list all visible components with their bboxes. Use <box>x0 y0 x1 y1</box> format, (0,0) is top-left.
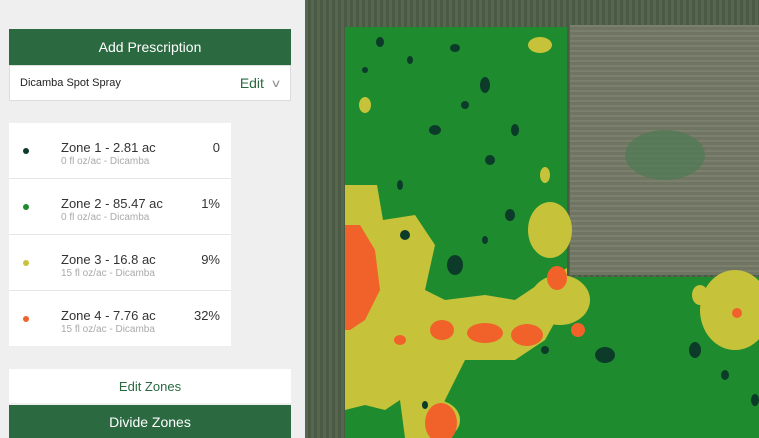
divide-zones-label: Divide Zones <box>109 413 191 430</box>
zone-percent: 32% <box>193 308 220 323</box>
prescription-name: Dicamba Spot Spray <box>20 77 121 89</box>
zone-color-dot <box>23 204 29 210</box>
zone-item-2[interactable]: Zone 2 - 85.47 ac 0 fl oz/ac - Dicamba 1… <box>9 179 231 235</box>
zone-rate: 0 fl oz/ac - Dicamba <box>61 156 150 167</box>
sidebar: Add Prescription Dicamba Spot Spray Edit… <box>0 0 305 438</box>
zone-color-dot <box>23 148 29 154</box>
zone-percent: 1% <box>201 196 220 211</box>
zone-title: Zone 1 - 2.81 ac <box>61 140 156 155</box>
zone-title: Zone 4 - 7.76 ac <box>61 308 156 323</box>
zone-list: Zone 1 - 2.81 ac 0 fl oz/ac - Dicamba 0 … <box>9 123 231 346</box>
zone-percent: 0 <box>212 140 220 155</box>
chevron-down-icon[interactable]: ∨ <box>270 77 281 90</box>
divide-zones-button[interactable]: Divide Zones <box>9 405 291 438</box>
zone-rate: 0 fl oz/ac - Dicamba <box>61 212 150 223</box>
zone-percent: 9% <box>201 252 220 267</box>
zone-title: Zone 2 - 85.47 ac <box>61 196 163 211</box>
zone-rate: 15 fl oz/ac - Dicamba <box>61 324 155 335</box>
prescription-selector[interactable]: Dicamba Spot Spray Edit ∨ <box>9 65 291 101</box>
zone-item-4[interactable]: Zone 4 - 7.76 ac 15 fl oz/ac - Dicamba 3… <box>9 291 231 346</box>
zone-item-1[interactable]: Zone 1 - 2.81 ac 0 fl oz/ac - Dicamba 0 <box>9 123 231 179</box>
edit-zones-button[interactable]: Edit Zones <box>9 369 291 403</box>
zone-color-dot <box>23 316 29 322</box>
prescription-edit-label: Edit <box>239 75 264 91</box>
zone-rate: 15 fl oz/ac - Dicamba <box>61 268 155 279</box>
add-prescription-label: Add Prescription <box>98 39 202 55</box>
zone-item-3[interactable]: Zone 3 - 16.8 ac 15 fl oz/ac - Dicamba 9… <box>9 235 231 291</box>
edit-zones-label: Edit Zones <box>118 378 182 394</box>
add-prescription-button[interactable]: Add Prescription <box>9 29 291 65</box>
zone-color-dot <box>23 260 29 266</box>
prescription-edit-button[interactable]: Edit ∨ <box>240 75 290 91</box>
prescription-zone-map <box>305 0 759 438</box>
zone-title: Zone 3 - 16.8 ac <box>61 252 156 267</box>
field-map[interactable] <box>305 0 759 438</box>
adjacent-field-patch <box>625 130 705 180</box>
